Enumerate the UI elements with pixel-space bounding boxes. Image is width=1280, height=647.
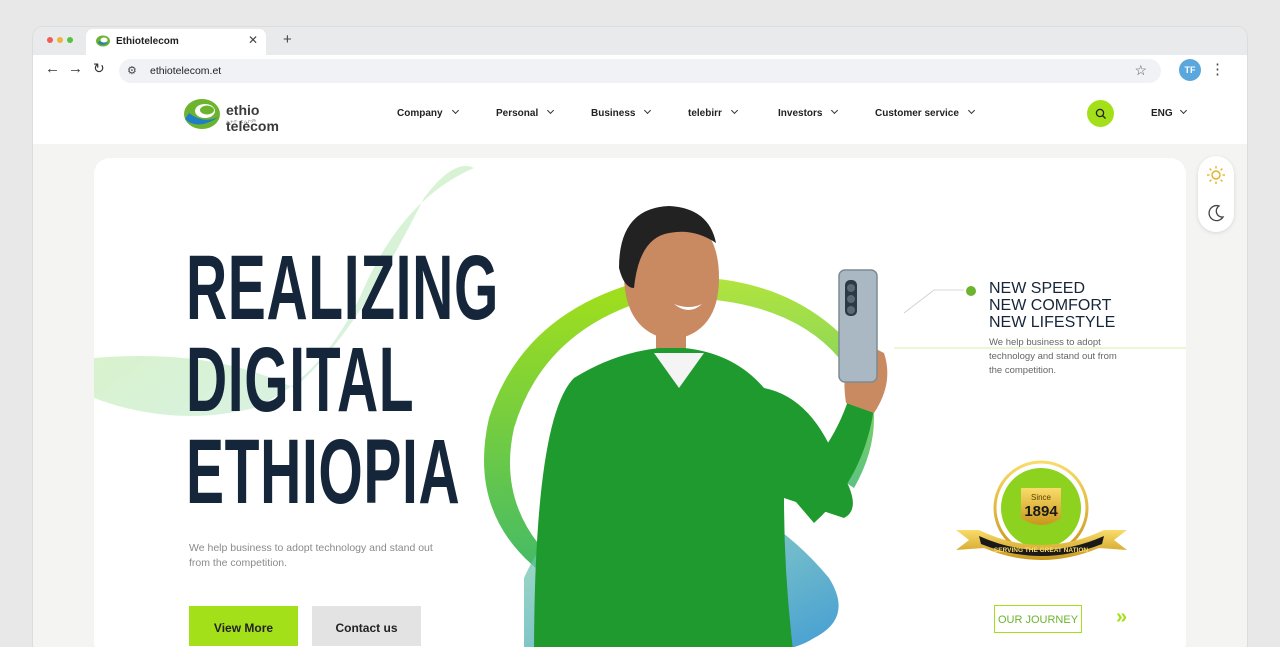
tagline-connector: [903, 289, 964, 314]
moon-icon[interactable]: [1207, 204, 1225, 222]
tagline-line-1: NEW SPEED: [989, 280, 1086, 297]
new-tab-button[interactable]: +: [283, 31, 292, 48]
theme-toggle: [1198, 156, 1234, 232]
browser-window: Ethiotelecom ✕ + ← → ↻ ⚙ ethiotelecom.et…: [33, 27, 1247, 647]
nav-investors[interactable]: Investors: [778, 106, 839, 119]
tab-title: Ethiotelecom: [116, 36, 179, 47]
browser-tab[interactable]: Ethiotelecom ✕: [86, 29, 266, 55]
nav-label: telebirr: [688, 108, 722, 119]
side-description: We help business to adopt technology and…: [989, 337, 1117, 376]
headline-line-2: DIGITAL: [186, 329, 415, 431]
nav-label: Investors: [778, 108, 823, 119]
bullet-dot: [966, 286, 976, 296]
logo-text: ethio telecom: [226, 102, 279, 134]
ethiotelecom-favicon-icon: [96, 35, 110, 47]
logo-subtext: ኢትዮ ቴሌኮም: [226, 119, 257, 125]
nav-label: Personal: [496, 108, 539, 119]
tagline-line-2: NEW COMFORT: [989, 297, 1112, 314]
our-journey-button[interactable]: OUR JOURNEY: [994, 605, 1082, 633]
chevron-down-icon: [1179, 106, 1187, 115]
search-icon: [1095, 108, 1106, 119]
headline-line-1: REALIZING: [186, 237, 499, 339]
contact-us-button[interactable]: Contact us: [312, 606, 421, 646]
view-more-button[interactable]: View More: [189, 606, 298, 646]
hero-section: REALIZING DIGITAL ETHIOPIA We help busin…: [94, 158, 1186, 647]
site-header: ethio telecom ኢትዮ ቴሌኮም Company Personal …: [33, 87, 1247, 144]
url-text: ethiotelecom.et: [150, 65, 222, 77]
nav-label: Business: [591, 108, 636, 119]
maximize-window-button[interactable]: [67, 37, 73, 43]
address-bar[interactable]: ⚙ ethiotelecom.et ☆: [119, 59, 1161, 83]
browser-menu-icon[interactable]: ⋮: [1210, 60, 1225, 78]
browser-toolbar: ← → ↻ ⚙ ethiotelecom.et ☆ TF ⋮: [33, 55, 1247, 87]
profile-avatar[interactable]: TF: [1179, 59, 1201, 81]
chevron-down-icon: [547, 106, 555, 115]
tab-strip: Ethiotelecom ✕ +: [33, 27, 1247, 55]
tagline-line-3: NEW LIFESTYLE: [989, 314, 1116, 331]
tab-close-icon[interactable]: ✕: [248, 33, 258, 47]
chevron-down-icon: [644, 106, 652, 115]
headline-line-3: ETHIOPIA: [186, 421, 461, 523]
since-1894-badge: Since 1894 SERVING THE GREAT NATION: [956, 460, 1127, 560]
logo-mark-icon: [184, 99, 220, 129]
language-label: ENG: [1151, 108, 1173, 119]
back-icon[interactable]: ←: [45, 60, 60, 77]
nav-business[interactable]: Business: [591, 106, 652, 119]
window-controls: [47, 37, 73, 43]
nav-personal[interactable]: Personal: [496, 106, 555, 119]
badge-ribbon-text: SERVING THE GREAT NATION: [994, 547, 1089, 554]
language-selector[interactable]: ENG: [1151, 106, 1187, 119]
chevron-down-icon: [451, 106, 459, 115]
chevron-down-icon: [730, 106, 738, 115]
search-button[interactable]: [1087, 100, 1114, 127]
hero-description: We help business to adopt technology and…: [189, 542, 433, 569]
nav-telebirr[interactable]: telebirr: [688, 106, 738, 119]
forward-icon[interactable]: →: [68, 60, 83, 77]
reload-icon[interactable]: ↻: [93, 60, 105, 77]
close-window-button[interactable]: [47, 37, 53, 43]
sun-icon[interactable]: [1206, 165, 1226, 185]
chevron-down-icon: [967, 106, 975, 115]
person-illustration: [534, 206, 888, 647]
minimize-window-button[interactable]: [57, 37, 63, 43]
nav-customer-service[interactable]: Customer service: [875, 106, 975, 119]
bookmark-star-icon[interactable]: ☆: [1134, 62, 1147, 79]
badge-year: 1894: [1024, 503, 1058, 520]
ethiotelecom-logo[interactable]: ethio telecom ኢትዮ ቴሌኮም: [183, 97, 313, 134]
double-chevron-right-icon[interactable]: »: [1116, 606, 1127, 629]
site-settings-icon[interactable]: ⚙: [127, 64, 137, 77]
tagline: NEW SPEED NEW COMFORT NEW LIFESTYLE: [989, 280, 1115, 331]
chevron-down-icon: [831, 106, 839, 115]
nav-company[interactable]: Company: [397, 106, 459, 119]
nav-label: Customer service: [875, 108, 959, 119]
nav-label: Company: [397, 108, 443, 119]
hero-headline: REALIZING DIGITAL ETHIOPIA: [186, 242, 499, 518]
badge-since: Since: [1031, 493, 1052, 502]
